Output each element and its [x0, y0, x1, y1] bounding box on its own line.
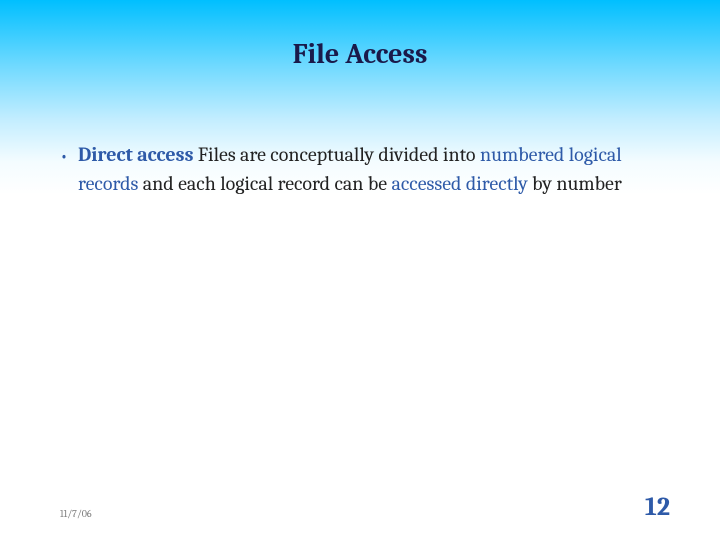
bullet-pre: Files are conceptually divided into — [193, 143, 479, 166]
bullet-post: by number — [528, 172, 622, 195]
bullet-highlight-2: accessed directly — [391, 172, 527, 195]
footer-date: 11/7/06 — [60, 508, 92, 520]
bullet-term: Direct access — [78, 143, 193, 166]
bullet-mid: and each logical record can be — [138, 172, 391, 195]
bullet-item: • Direct access Files are conceptually d… — [60, 140, 660, 198]
slide-number: 12 — [645, 492, 670, 522]
content-area: • Direct access Files are conceptually d… — [60, 140, 660, 198]
bullet-marker-icon: • — [60, 144, 68, 170]
slide-title: File Access — [0, 38, 720, 70]
bullet-text: Direct access Files are conceptually div… — [78, 140, 660, 198]
